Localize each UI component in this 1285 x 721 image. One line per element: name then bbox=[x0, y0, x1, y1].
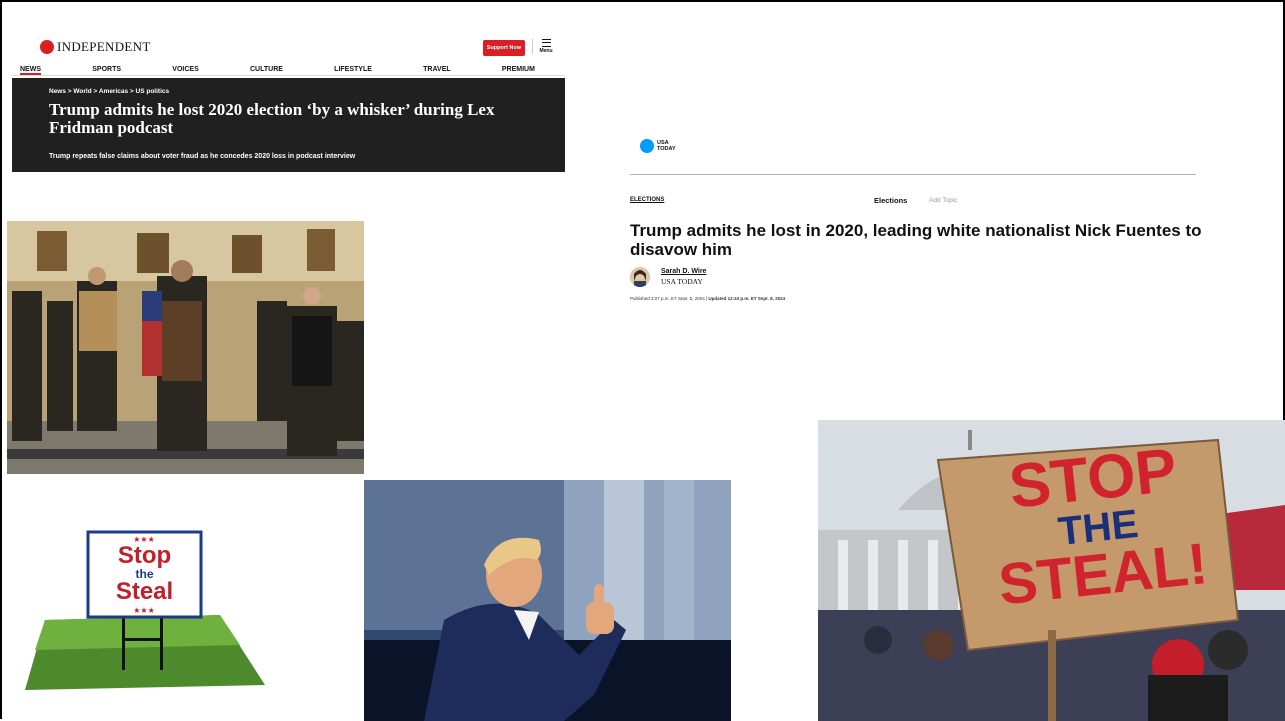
independent-article-card: INDEPENDENT Support Now Menu NEWS SPORTS… bbox=[12, 35, 565, 172]
author-link[interactable]: Sarah D. Wire bbox=[661, 268, 706, 275]
nav-premium[interactable]: PREMIUM bbox=[502, 63, 535, 75]
independent-nav: NEWS SPORTS VOICES CULTURE LIFESTYLE TRA… bbox=[12, 63, 565, 76]
published-date: Published 3:27 p.m. ET Sept. 5, 2024 bbox=[630, 296, 705, 301]
nav-sports[interactable]: SPORTS bbox=[92, 63, 121, 75]
nav-travel[interactable]: TRAVEL bbox=[423, 63, 450, 75]
add-topic-button[interactable]: Add Topic bbox=[929, 197, 957, 204]
nav-news[interactable]: NEWS bbox=[20, 63, 41, 75]
capitol-interior-illustration bbox=[7, 221, 364, 474]
sign-line-stop: Stop bbox=[117, 542, 172, 569]
capitol-interior-crowd-photo bbox=[7, 221, 364, 474]
independent-headline: Trump admits he lost 2020 election ‘by a… bbox=[49, 100, 495, 137]
independent-logo-text: INDEPENDENT bbox=[57, 39, 151, 54]
author-avatar bbox=[630, 267, 650, 287]
usatoday-headline: Trump admits he lost in 2020, leading wh… bbox=[630, 221, 1202, 259]
nav-voices[interactable]: VOICES bbox=[172, 63, 198, 75]
trump-thumbs-up-photo bbox=[364, 480, 731, 721]
hamburger-icon bbox=[541, 39, 551, 47]
eagle-icon bbox=[40, 40, 54, 54]
independent-subheadline: Trump repeats false claims about voter f… bbox=[49, 153, 356, 160]
menu-label: Menu bbox=[539, 48, 553, 54]
yard-sign-text: Stop the Steal bbox=[88, 544, 201, 604]
stop-the-steal-protest-photo: STOP THE STEAL! bbox=[818, 420, 1285, 721]
stop-the-steal-yard-sign-image: ★★★ ★★★ Stop the Steal bbox=[10, 520, 270, 700]
section-link[interactable]: ELECTIONS bbox=[630, 197, 664, 203]
trump-thumbs-up-illustration bbox=[364, 480, 731, 721]
author-portrait-icon bbox=[630, 267, 650, 287]
support-now-button[interactable]: Support Now bbox=[482, 40, 525, 56]
publication-name: USA TODAY bbox=[661, 277, 703, 286]
usatoday-article-card: USA TODAY ELECTIONS Elections Add Topic … bbox=[620, 130, 1202, 310]
usatoday-logo-line2: TODAY bbox=[657, 146, 676, 152]
updated-date: Updated 12:43 p.m. ET Sept. 8, 2024 bbox=[708, 296, 786, 301]
dateline: Published 3:27 p.m. ET Sept. 5, 2024 | U… bbox=[630, 296, 785, 301]
independent-headline-band: News > World > Americas > US politics Tr… bbox=[12, 78, 565, 172]
divider bbox=[630, 174, 1196, 175]
sign-line-steal: Steal bbox=[115, 578, 174, 605]
usatoday-logo-text: USA TODAY bbox=[657, 140, 676, 152]
protest-sign-text: STOP THE STEAL! bbox=[961, 436, 1235, 618]
topic-elections[interactable]: Elections bbox=[874, 196, 907, 205]
nav-lifestyle[interactable]: LIFESTYLE bbox=[334, 63, 372, 75]
breadcrumb[interactable]: News > World > Americas > US politics bbox=[49, 88, 169, 95]
independent-logo[interactable]: INDEPENDENT bbox=[40, 39, 151, 55]
menu-button[interactable]: Menu bbox=[532, 39, 553, 54]
sign-star-icon-bottom: ★★★ bbox=[133, 606, 155, 615]
nav-culture[interactable]: CULTURE bbox=[250, 63, 283, 75]
independent-header: INDEPENDENT Support Now Menu bbox=[12, 35, 565, 63]
usatoday-logo-icon[interactable] bbox=[640, 139, 654, 153]
